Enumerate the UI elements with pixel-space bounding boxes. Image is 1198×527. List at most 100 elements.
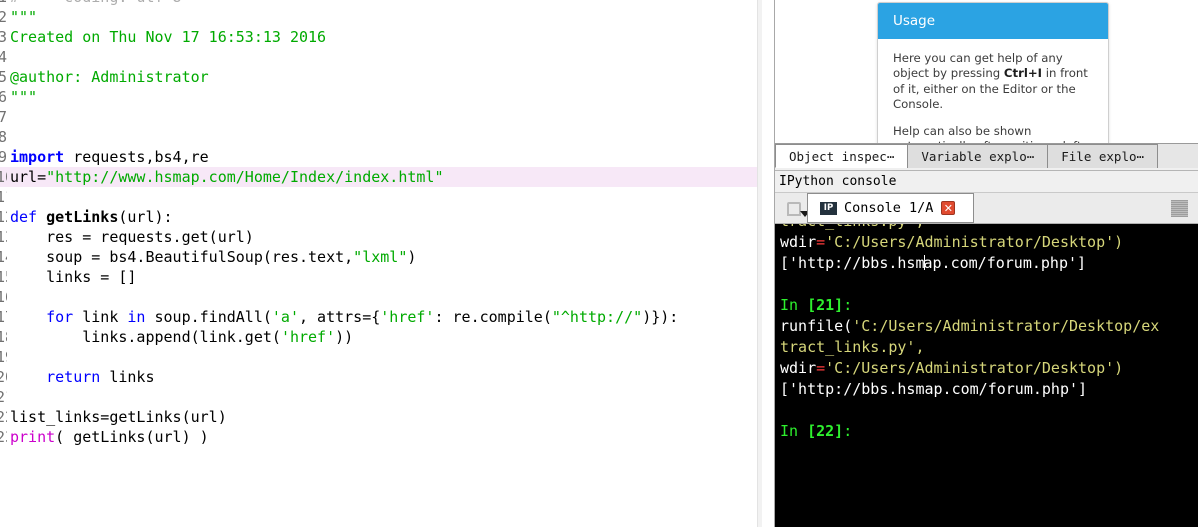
line-number: 21 <box>0 388 7 406</box>
editor-line[interactable]: 16 <box>0 287 762 307</box>
usage-paragraph-2: Help can also be shown automatically aft… <box>893 123 1082 143</box>
line-number: 1 <box>0 0 7 7</box>
options-icon[interactable] <box>1171 200 1188 217</box>
dock-tab-0[interactable]: Object inspec⋯ <box>775 144 909 168</box>
ipython-console-toolbar[interactable]: IP Console 1/A ✕ <box>775 192 1198 224</box>
dock-tab-1[interactable]: Variable explo⋯ <box>907 144 1049 168</box>
line-text: print( getLinks(url) ) <box>7 427 762 447</box>
console-token: 'C:/Users/Administrator/Desktop') <box>825 359 1124 377</box>
editor-line[interactable]: 3 Created on Thu Nov 17 16:53:13 2016 <box>0 27 762 47</box>
code-token: res = requests.get(url) <box>10 228 254 246</box>
line-text: def getLinks(url): <box>7 207 762 227</box>
code-token: getLinks <box>37 208 119 226</box>
editor-line[interactable]: 5 @author: Administrator <box>0 67 762 87</box>
code-token: list_links=getLinks(url) <box>10 408 227 426</box>
console-line: In [22]: <box>780 421 1198 442</box>
code-token: links <box>100 368 155 386</box>
console-token: ap.com/forum.php'] <box>923 254 1087 272</box>
console-menu-icon[interactable] <box>780 197 810 221</box>
editor-line[interactable]: 4 <box>0 47 762 67</box>
usage-tooltip: Usage Here you can get help of any objec… <box>877 2 1109 143</box>
editor-line[interactable]: 9 import requests,bs4,re <box>0 147 762 167</box>
line-text <box>7 387 762 407</box>
line-text: for link in soup.findAll('a', attrs={'hr… <box>7 307 762 327</box>
code-token: "lxml" <box>353 248 408 266</box>
line-number: 11 <box>0 188 7 206</box>
console-token: : <box>843 422 853 440</box>
object-inspector-panel[interactable]: Usage Here you can get help of any objec… <box>775 0 1198 143</box>
editor-line[interactable]: 14 soup = bs4.BeautifulSoup(res.text,"lx… <box>0 247 762 267</box>
line-text <box>7 107 762 127</box>
code-token: 'href' <box>280 328 336 346</box>
editor-line[interactable]: 2 """ <box>0 7 762 27</box>
line-text <box>7 47 762 67</box>
editor-line[interactable]: 23print( getLinks(url) ) <box>0 427 762 447</box>
editor-line[interactable]: 11 <box>0 187 762 207</box>
console-text: tract_links.py',wdir='C:/Users/Administr… <box>780 224 1198 442</box>
line-number: 19 <box>0 348 7 366</box>
code-editor-pane[interactable]: 1# -*- coding: utf-8 -*-2"""3Created on … <box>0 0 762 527</box>
console-tab[interactable]: IP Console 1/A ✕ <box>807 193 974 223</box>
line-text: list_links=getLinks(url) <box>7 407 762 427</box>
ipython-badge-icon: IP <box>820 201 837 215</box>
editor-line[interactable]: 21 <box>0 387 762 407</box>
line-text: """ <box>7 87 762 107</box>
editor-line[interactable]: 1# -*- coding: utf-8 -*- <box>0 0 762 7</box>
editor-line[interactable]: 13 res = requests.get(url) <box>0 227 762 247</box>
console-token: wdir <box>780 233 817 251</box>
console-token: 'C:/Users/Administrator/Desktop/ex <box>852 317 1160 335</box>
right-dock-pane: Usage Here you can get help of any objec… <box>775 0 1198 527</box>
code-token: "^http://" <box>551 308 643 326</box>
usage-tooltip-body: Here you can get help of any object by p… <box>878 39 1108 143</box>
editor-line[interactable]: 17 for link in soup.findAll('a', attrs={… <box>0 307 762 327</box>
editor-line[interactable]: 7 <box>0 107 762 127</box>
editor-line[interactable]: 22list_links=getLinks(url) <box>0 407 762 427</box>
ipython-console-output[interactable]: tract_links.py',wdir='C:/Users/Administr… <box>775 224 1198 527</box>
ipython-console-title: IPython console <box>775 170 1198 192</box>
code-token: Created on Thu Nov 17 16:53:13 2016 <box>10 28 327 46</box>
editor-code-area[interactable]: 1# -*- coding: utf-8 -*-2"""3Created on … <box>0 0 762 447</box>
editor-line[interactable]: 12def getLinks(url): <box>0 207 762 227</box>
editor-line[interactable]: 15 links = [] <box>0 267 762 287</box>
console-token: = <box>816 233 826 251</box>
line-text: return links <box>7 367 762 387</box>
line-text <box>7 347 762 367</box>
code-token: @author: Administrator <box>10 68 209 86</box>
line-number: 3 <box>0 28 7 46</box>
code-token: )) <box>335 328 354 346</box>
console-token: ['http://bbs.hsmap.com/forum.php'] <box>780 380 1088 398</box>
code-token: ( getLinks(url) ) <box>55 428 209 446</box>
line-text: res = requests.get(url) <box>7 227 762 247</box>
line-text: @author: Administrator <box>7 67 762 87</box>
code-token: """ <box>10 88 38 106</box>
line-number: 5 <box>0 68 7 86</box>
editor-line[interactable]: 19 <box>0 347 762 367</box>
usage-shortcut: Ctrl+I <box>1003 66 1042 81</box>
editor-line[interactable]: 20 return links <box>0 367 762 387</box>
console-line: runfile('C:/Users/Administrator/Desktop/… <box>780 316 1198 337</box>
line-number: 16 <box>0 288 7 306</box>
console-line: wdir='C:/Users/Administrator/Desktop') <box>780 232 1198 253</box>
console-token: tract_links.py', <box>780 338 925 356</box>
usage-paragraph-1: Here you can get help of any object by p… <box>893 51 1095 113</box>
code-token: 'a' <box>271 308 299 326</box>
code-token: # -*- coding: utf-8 -*- <box>10 0 218 6</box>
line-text <box>7 287 762 307</box>
dock-tab-strip[interactable]: Object inspec⋯ Variable explo⋯ File explo⋯ <box>775 143 1198 168</box>
code-token: (url): <box>118 208 173 226</box>
console-line: In [21]: <box>780 295 1198 316</box>
console-token: : <box>843 296 853 314</box>
dock-tab-2[interactable]: File explo⋯ <box>1047 144 1159 168</box>
editor-line[interactable]: 6 """ <box>0 87 762 107</box>
code-token: "http://www.hsmap.com/Home/Index/index.h… <box>46 168 444 186</box>
editor-line[interactable]: 10url="http://www.hsmap.com/Home/Index/i… <box>0 167 762 187</box>
console-token: [21] <box>807 296 844 314</box>
editor-line[interactable]: 18 links.append(link.get('href')) <box>0 327 762 347</box>
editor-line[interactable]: 8 <box>0 127 762 147</box>
close-icon[interactable]: ✕ <box>941 201 956 215</box>
line-number: 10 <box>0 168 7 186</box>
code-token: 'href' <box>380 308 435 326</box>
